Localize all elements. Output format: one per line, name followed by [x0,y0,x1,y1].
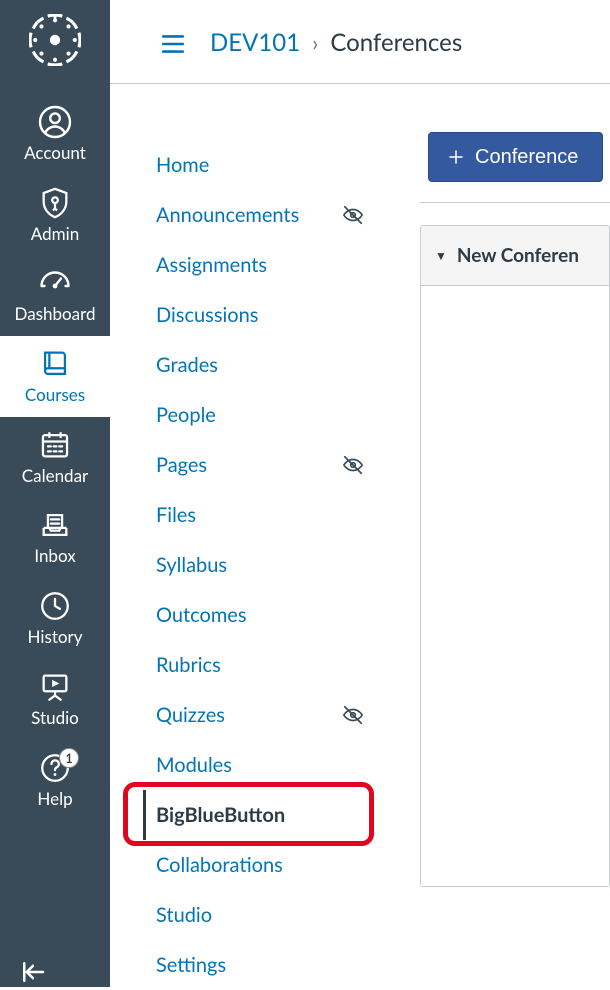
course-nav-label: BigBlueButton [156,803,285,827]
divider [420,202,610,203]
conference-section-toggle[interactable]: ▼ New Conferen [421,226,609,286]
course-nav-item[interactable]: Grades [156,340,382,390]
eye-off-icon [342,704,364,726]
add-conference-label: Conference [475,146,578,169]
nav-account[interactable]: Account [0,94,110,175]
user-circle-icon [37,104,73,140]
nav-label: Studio [31,709,79,728]
nav-help[interactable]: 1 Help [0,740,110,821]
course-nav: Home Announcements Assignments Discussions G… [110,118,382,990]
calendar-icon [37,427,73,463]
caret-down-icon: ▼ [435,248,447,263]
easel-play-icon [37,669,73,705]
nav-label: History [28,628,83,647]
breadcrumb: DEV101 › Conferences [210,28,462,57]
conference-section-title: New Conferen [457,244,579,267]
course-nav-label: Discussions [156,303,258,327]
course-nav-item[interactable]: Files [156,490,382,540]
course-nav-item[interactable]: BigBlueButton [143,790,382,840]
course-nav-label: Rubrics [156,653,221,677]
nav-studio[interactable]: Studio [0,659,110,740]
course-nav-item[interactable]: Outcomes [156,590,382,640]
course-nav-label: Grades [156,353,218,377]
course-nav-item[interactable]: Modules [156,740,382,790]
course-nav-item[interactable]: Syllabus [156,540,382,590]
eye-off-icon [342,204,364,226]
top-bar: DEV101 › Conferences [110,0,610,84]
nav-history[interactable]: History [0,578,110,659]
course-nav-label: Settings [156,953,226,977]
course-nav-label: Files [156,503,196,527]
course-nav-label: Announcements [156,203,299,227]
course-nav-item[interactable]: Discussions [156,290,382,340]
course-nav-toggle[interactable] [158,31,188,55]
course-nav-label: Syllabus [156,553,227,577]
course-nav-item[interactable]: Collaborations [156,840,382,890]
course-nav-label: People [156,403,216,427]
course-nav-label: Modules [156,753,232,777]
nav-dashboard[interactable]: Dashboard [0,255,110,336]
canvas-logo-icon [29,14,81,66]
course-nav-item[interactable]: Assignments [156,240,382,290]
breadcrumb-course-link[interactable]: DEV101 [210,28,300,57]
nav-label: Calendar [22,467,88,486]
main-content: Conference ▼ New Conferen [420,118,610,887]
nav-collapse-toggle[interactable] [0,943,110,987]
gauge-icon [37,265,73,301]
global-nav: Account Admin Dashboard [0,0,110,987]
nav-label: Help [37,790,72,809]
course-nav-label: Quizzes [156,703,225,727]
nav-label: Dashboard [15,305,96,324]
nav-label: Account [24,144,86,163]
conference-section-body [421,286,609,886]
course-nav-item[interactable]: Studio [156,890,382,940]
shield-key-icon [37,185,73,221]
add-conference-button[interactable]: Conference [428,132,603,182]
help-badge: 1 [59,748,79,768]
plus-icon [447,148,465,166]
course-nav-label: Collaborations [156,853,283,877]
help-circle-icon: 1 [37,750,73,786]
chevron-right-icon: › [312,29,318,56]
clock-icon [37,588,73,624]
conference-list: ▼ New Conferen [420,225,610,887]
course-nav-item[interactable]: People [156,390,382,440]
course-nav-item[interactable]: Settings [156,940,382,990]
nav-admin[interactable]: Admin [0,175,110,256]
nav-label: Admin [31,225,79,244]
inbox-tray-icon [37,507,73,543]
nav-label: Courses [25,386,85,405]
course-nav-item[interactable]: Quizzes [156,690,382,740]
course-nav-label: Home [156,153,209,177]
nav-inbox[interactable]: Inbox [0,497,110,578]
course-nav-label: Assignments [156,253,267,277]
course-nav-label: Outcomes [156,603,247,627]
book-icon [37,346,73,382]
breadcrumb-current: Conferences [330,28,462,57]
nav-courses[interactable]: Courses [0,336,110,417]
course-nav-item[interactable]: Home [156,140,382,190]
course-nav-item[interactable]: Announcements [156,190,382,240]
course-nav-item[interactable]: Pages [156,440,382,490]
eye-off-icon [342,454,364,476]
nav-calendar[interactable]: Calendar [0,417,110,498]
course-nav-item[interactable]: Rubrics [156,640,382,690]
course-nav-label: Studio [156,903,212,927]
course-nav-label: Pages [156,453,207,477]
nav-label: Inbox [34,547,75,566]
